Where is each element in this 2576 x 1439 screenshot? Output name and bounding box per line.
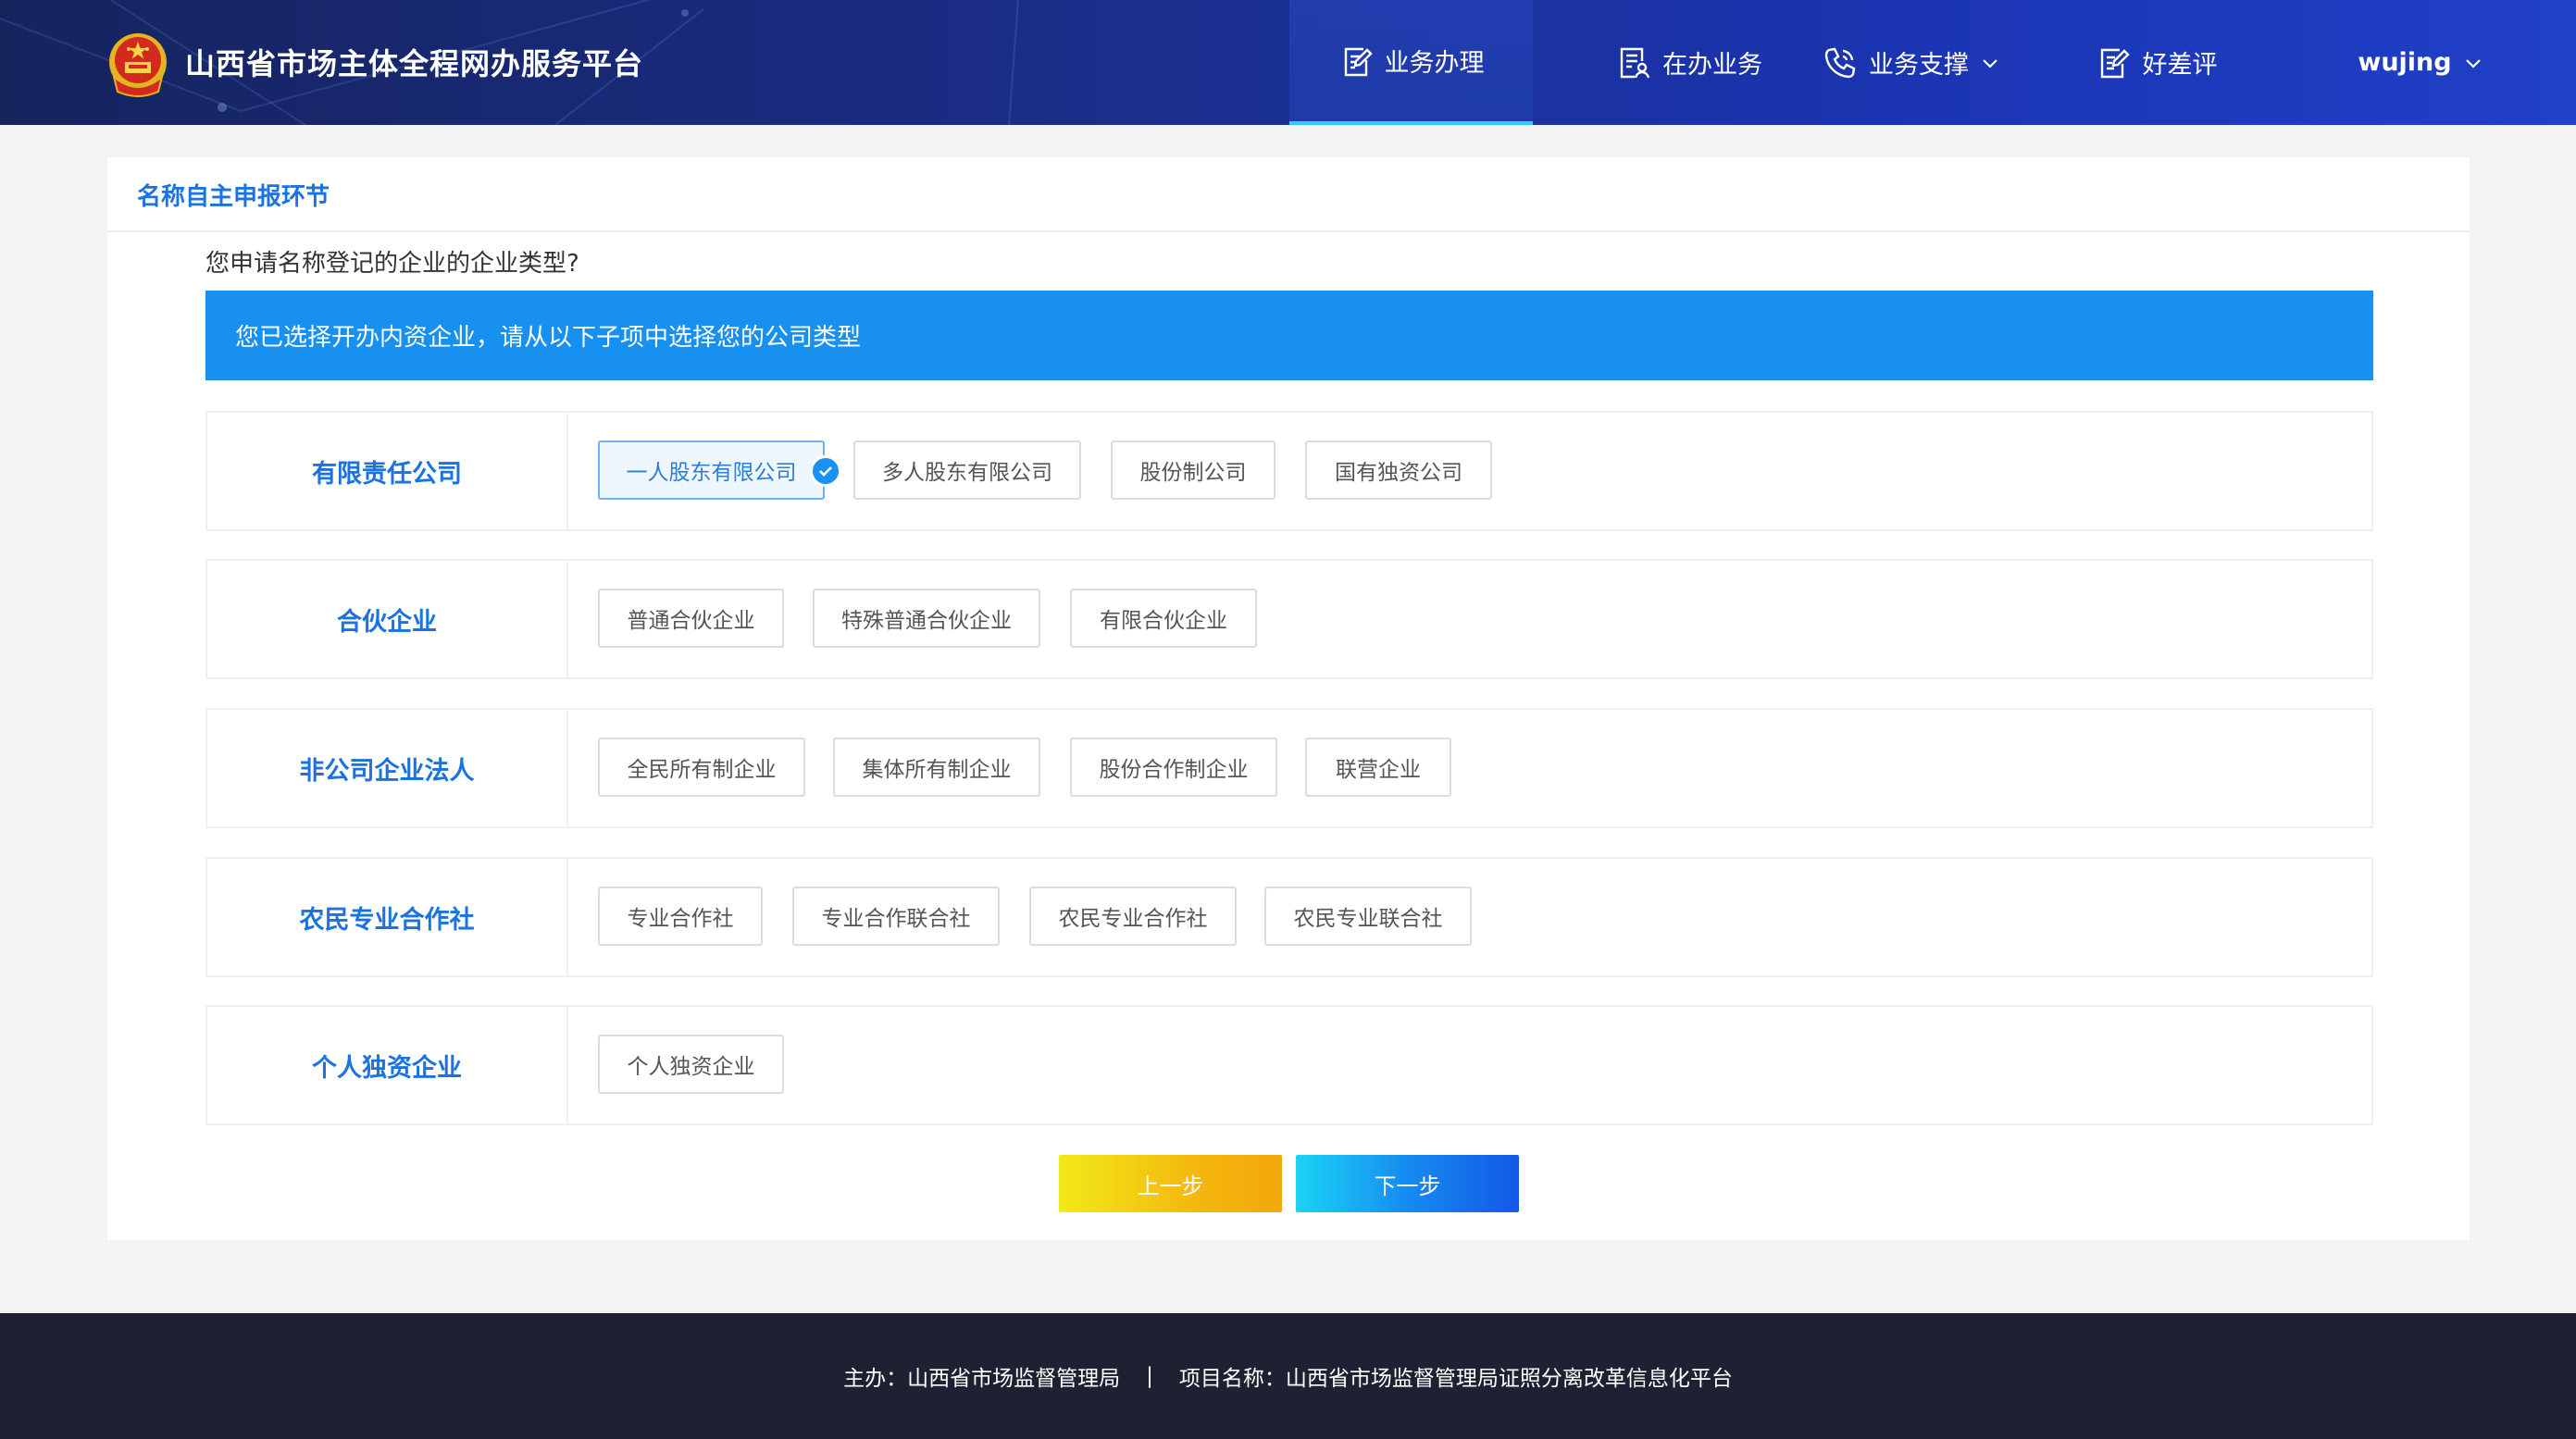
option-cooperative-union[interactable]: 专业合作联合社 (792, 887, 1000, 946)
option-list: 一人股东有限公司 多人股东有限公司 股份制公司 国有独资公司 (568, 413, 2371, 529)
option-label: 农民专业联合社 (1293, 907, 1443, 931)
banner-text: 您已选择开办内资企业，请从以下子项中选择您的公司类型 (235, 324, 862, 352)
group-non-company-legal-person: 非公司企业法人 全民所有制企业 集体所有制企业 股份合作制企业 联营企业 (205, 708, 2373, 828)
group-label: 非公司企业法人 (207, 710, 568, 826)
option-label: 股份制公司 (1139, 461, 1247, 485)
edit-doc-icon (1344, 47, 1373, 76)
check-icon (810, 455, 841, 487)
nav-label: 好差评 (2142, 51, 2218, 80)
doc-user-icon (1620, 47, 1650, 78)
instruction-banner: 您已选择开办内资企业，请从以下子项中选择您的公司类型 (205, 291, 2373, 380)
option-sole-proprietorship[interactable]: 个人独资企业 (598, 1035, 784, 1094)
rate-doc-icon (2100, 48, 2130, 78)
option-state-owned-company[interactable]: 国有独资公司 (1305, 440, 1492, 500)
option-specialized-cooperative[interactable]: 专业合作社 (598, 887, 763, 946)
option-farmers-specialized-cooperative[interactable]: 农民专业合作社 (1029, 887, 1237, 946)
option-label: 集体所有制企业 (862, 758, 1012, 782)
option-label: 普通合伙企业 (627, 609, 755, 633)
option-label: 全民所有制企业 (627, 758, 777, 782)
nav-label: 业务办理 (1384, 49, 1485, 78)
user-menu[interactable]: wujing (2351, 0, 2490, 125)
option-label: 专业合作联合社 (821, 907, 971, 931)
option-limited-partnership[interactable]: 有限合伙企业 (1070, 589, 1257, 648)
group-label: 个人独资企业 (207, 1007, 568, 1123)
option-multi-shareholder-company[interactable]: 多人股东有限公司 (853, 440, 1081, 500)
option-label: 特殊普通合伙企业 (841, 609, 1012, 633)
footer-project: 项目名称：山西省市场监督管理局证照分离改革信息化平台 (1178, 1367, 1733, 1391)
group-label: 农民专业合作社 (207, 859, 568, 975)
section-title: 名称自主申报环节 (137, 183, 330, 211)
top-header: 山西省市场主体全程网办服务平台 业务办理 在办业务 业务支撑 好差评 wujin… (0, 0, 2576, 125)
option-list: 普通合伙企业 特殊普通合伙企业 有限合伙企业 (568, 561, 2371, 677)
option-label: 国有独资公司 (1335, 461, 1462, 485)
option-joint-venture[interactable]: 联营企业 (1305, 738, 1451, 797)
title-divider (107, 230, 2470, 232)
option-joint-stock-company[interactable]: 股份制公司 (1111, 440, 1276, 500)
footer-sponsor: 主办：山西省市场监督管理局 (843, 1367, 1121, 1391)
option-label: 多人股东有限公司 (882, 461, 1052, 485)
app-title: 山西省市场主体全程网办服务平台 (185, 46, 644, 81)
option-label: 农民专业合作社 (1058, 907, 1208, 931)
option-joint-stock-cooperative[interactable]: 股份合作制企业 (1070, 738, 1277, 797)
chevron-down-icon (2465, 58, 2481, 68)
option-collective-ownership[interactable]: 集体所有制企业 (833, 738, 1040, 797)
option-farmers-union[interactable]: 农民专业联合社 (1264, 887, 1472, 946)
option-label: 有限合伙企业 (1100, 609, 1227, 633)
chevron-down-icon (1983, 58, 1997, 68)
group-sole-proprietorship: 个人独资企业 个人独资企业 (205, 1005, 2373, 1125)
option-one-shareholder-company[interactable]: 一人股东有限公司 (598, 440, 841, 500)
option-list: 全民所有制企业 集体所有制企业 股份合作制企业 联营企业 (568, 710, 2371, 826)
username: wujing (2358, 48, 2452, 77)
option-label: 个人独资企业 (627, 1055, 755, 1079)
footer-separator: | (1146, 1364, 1153, 1388)
group-label: 合伙企业 (207, 561, 568, 677)
next-step-button[interactable]: 下一步 (1296, 1155, 1519, 1212)
group-limited-liability: 有限责任公司 一人股东有限公司 多人股东有限公司 股份制公司 国有独资公司 (205, 411, 2373, 531)
option-special-general-partnership[interactable]: 特殊普通合伙企业 (813, 589, 1040, 648)
national-emblem-logo (109, 33, 167, 97)
group-farmers-cooperative: 农民专业合作社 专业合作社 专业合作联合社 农民专业合作社 农民专业联合社 (205, 857, 2373, 977)
nav-business-support-dropdown[interactable]: 业务支撑 (1805, 0, 2018, 125)
nav-rating[interactable]: 好差评 (2078, 0, 2235, 125)
question-text: 您申请名称登记的企业的企业类型? (205, 250, 579, 278)
page-footer: 主办：山西省市场监督管理局 | 项目名称：山西省市场监督管理局证照分离改革信息化… (0, 1313, 2576, 1439)
option-list: 个人独资企业 (568, 1007, 2371, 1123)
option-whole-people-ownership[interactable]: 全民所有制企业 (598, 738, 805, 797)
main-card: 名称自主申报环节 您申请名称登记的企业的企业类型? 您已选择开办内资企业，请从以… (107, 157, 2470, 1240)
option-label: 股份合作制企业 (1099, 758, 1249, 782)
group-label: 有限责任公司 (207, 413, 568, 529)
nav-in-progress[interactable]: 在办业务 (1574, 0, 1805, 125)
nav-business-handling[interactable]: 业务办理 (1289, 0, 1533, 125)
option-list: 专业合作社 专业合作联合社 农民专业合作社 农民专业联合社 (568, 859, 2371, 975)
group-partnership: 合伙企业 普通合伙企业 特殊普通合伙企业 有限合伙企业 (205, 559, 2373, 679)
option-label: 联营企业 (1336, 758, 1421, 782)
nav-label: 在办业务 (1662, 51, 1762, 80)
option-general-partnership[interactable]: 普通合伙企业 (598, 589, 784, 648)
nav-label: 业务支撑 (1869, 51, 1969, 80)
previous-step-button[interactable]: 上一步 (1059, 1155, 1282, 1212)
option-label: 一人股东有限公司 (626, 461, 797, 485)
phone-icon (1824, 47, 1856, 78)
option-label: 专业合作社 (627, 907, 734, 931)
